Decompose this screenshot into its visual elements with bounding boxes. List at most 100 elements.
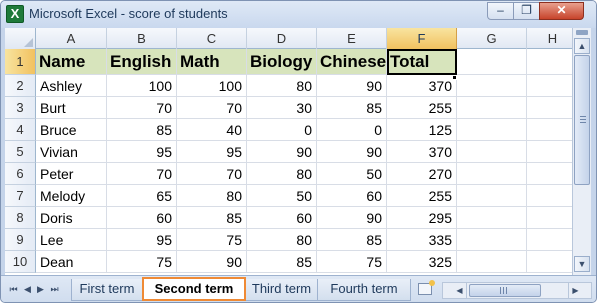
cell-g3[interactable] [457, 97, 527, 119]
cell-g4[interactable] [457, 119, 527, 141]
cell-b2[interactable]: 100 [107, 75, 177, 97]
cell-a2[interactable]: Ashley [36, 75, 107, 97]
cell-b8[interactable]: 60 [107, 207, 177, 229]
cell-e5[interactable]: 90 [317, 141, 387, 163]
maximize-button[interactable]: ❐ [513, 2, 540, 20]
cell-a5[interactable]: Vivian [36, 141, 107, 163]
cell-d3[interactable]: 30 [247, 97, 317, 119]
cell-c6[interactable]: 70 [177, 163, 247, 185]
sheet-tab-fourth-term[interactable]: Fourth term [317, 279, 411, 301]
cell-h4[interactable] [527, 119, 572, 141]
cell-f3[interactable]: 255 [387, 97, 457, 119]
scroll-up-arrow-icon[interactable]: ▲ [574, 38, 590, 54]
cell-b3[interactable]: 70 [107, 97, 177, 119]
cell-a1[interactable]: Name [36, 49, 107, 75]
cell-e2[interactable]: 90 [317, 75, 387, 97]
cell-b7[interactable]: 65 [107, 185, 177, 207]
row-header-10[interactable]: 10 [5, 251, 36, 273]
cell-h1[interactable] [527, 49, 572, 75]
cell-h9[interactable] [527, 229, 572, 251]
cell-f4[interactable]: 125 [387, 119, 457, 141]
cell-f7[interactable]: 255 [387, 185, 457, 207]
row-header-4[interactable]: 4 [5, 119, 36, 141]
sheet-tab-second-term[interactable]: Second term [142, 277, 246, 301]
cell-d5[interactable]: 90 [247, 141, 317, 163]
cell-e8[interactable]: 90 [317, 207, 387, 229]
cell-e1[interactable]: Chinese [317, 49, 387, 75]
cell-b6[interactable]: 70 [107, 163, 177, 185]
column-header-d[interactable]: D [247, 28, 317, 49]
cell-g5[interactable] [457, 141, 527, 163]
next-sheet-icon[interactable]: ▶ [34, 282, 47, 297]
cell-a3[interactable]: Burt [36, 97, 107, 119]
cell-d9[interactable]: 80 [247, 229, 317, 251]
worksheet-grid[interactable]: A B C D E F G H 1 2 3 4 5 6 7 8 9 10 Name English Math Biolog… [5, 28, 572, 275]
cell-e9[interactable]: 85 [317, 229, 387, 251]
cell-h5[interactable] [527, 141, 572, 163]
vertical-scroll-thumb[interactable] [574, 55, 590, 185]
first-sheet-icon[interactable]: ⏮ [7, 282, 20, 297]
cell-c4[interactable]: 40 [177, 119, 247, 141]
sheet-tab-first-term[interactable]: First term [71, 279, 143, 301]
cell-c8[interactable]: 85 [177, 207, 247, 229]
insert-worksheet-icon[interactable] [418, 280, 435, 295]
cell-a4[interactable]: Bruce [36, 119, 107, 141]
cell-g9[interactable] [457, 229, 527, 251]
close-button[interactable]: ✕ [539, 2, 584, 20]
cell-f2[interactable]: 370 [387, 75, 457, 97]
cell-c3[interactable]: 70 [177, 97, 247, 119]
cell-d10[interactable]: 85 [247, 251, 317, 273]
row-header-3[interactable]: 3 [5, 97, 36, 119]
cell-c7[interactable]: 80 [177, 185, 247, 207]
fill-handle[interactable] [452, 75, 457, 80]
cell-c9[interactable]: 75 [177, 229, 247, 251]
cell-d4[interactable]: 0 [247, 119, 317, 141]
column-header-b[interactable]: B [107, 28, 177, 49]
cell-a9[interactable]: Lee [36, 229, 107, 251]
sheet-tab-third-term[interactable]: Third term [245, 279, 318, 301]
cell-d1[interactable]: Biology [247, 49, 317, 75]
cell-d6[interactable]: 80 [247, 163, 317, 185]
cell-h7[interactable] [527, 185, 572, 207]
cell-h10[interactable] [527, 251, 572, 273]
cell-b9[interactable]: 95 [107, 229, 177, 251]
horizontal-scrollbar[interactable]: ◀ ▶ [442, 282, 592, 299]
excel-app-icon[interactable]: X [6, 5, 24, 23]
cell-g6[interactable] [457, 163, 527, 185]
cell-a7[interactable]: Melody [36, 185, 107, 207]
cell-g7[interactable] [457, 185, 527, 207]
cell-d2[interactable]: 80 [247, 75, 317, 97]
cell-h3[interactable] [527, 97, 572, 119]
cell-h6[interactable] [527, 163, 572, 185]
cell-g1[interactable] [457, 49, 527, 75]
row-header-2[interactable]: 2 [5, 75, 36, 97]
cell-f8[interactable]: 295 [387, 207, 457, 229]
split-box[interactable] [576, 30, 588, 35]
scroll-left-arrow-icon[interactable]: ◀ [453, 283, 467, 298]
cell-c2[interactable]: 100 [177, 75, 247, 97]
last-sheet-icon[interactable]: ⏭ [48, 282, 61, 297]
cell-e10[interactable]: 75 [317, 251, 387, 273]
select-all-button[interactable] [5, 28, 36, 49]
cell-b10[interactable]: 75 [107, 251, 177, 273]
scroll-right-arrow-icon[interactable]: ▶ [568, 283, 582, 298]
cell-f10[interactable]: 325 [387, 251, 457, 273]
row-header-8[interactable]: 8 [5, 207, 36, 229]
cell-a10[interactable]: Dean [36, 251, 107, 273]
cell-h2[interactable] [527, 75, 572, 97]
cell-f5[interactable]: 370 [387, 141, 457, 163]
cell-e3[interactable]: 85 [317, 97, 387, 119]
column-header-c[interactable]: C [177, 28, 247, 49]
row-header-7[interactable]: 7 [5, 185, 36, 207]
cell-b1[interactable]: English [107, 49, 177, 75]
cell-f6[interactable]: 270 [387, 163, 457, 185]
column-header-g[interactable]: G [457, 28, 527, 49]
row-header-9[interactable]: 9 [5, 229, 36, 251]
cell-c1[interactable]: Math [177, 49, 247, 75]
cell-d8[interactable]: 60 [247, 207, 317, 229]
cell-e4[interactable]: 0 [317, 119, 387, 141]
column-header-f[interactable]: F [387, 28, 457, 49]
cell-h8[interactable] [527, 207, 572, 229]
previous-sheet-icon[interactable]: ◀ [21, 282, 34, 297]
cell-f9[interactable]: 335 [387, 229, 457, 251]
